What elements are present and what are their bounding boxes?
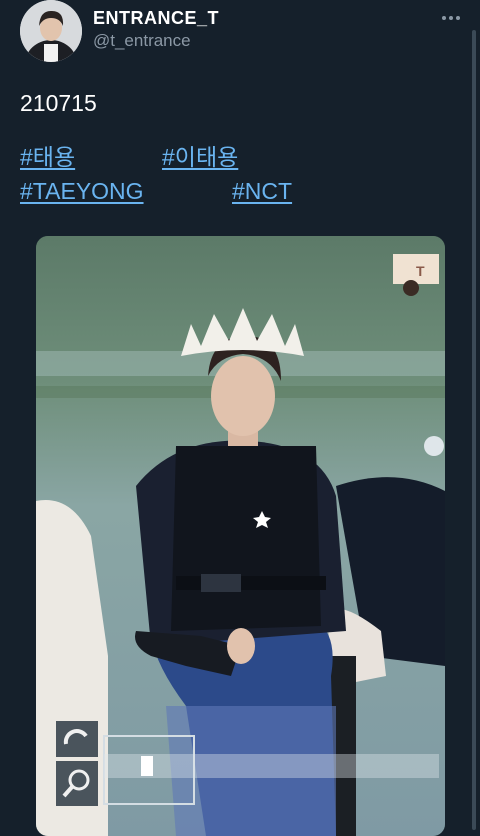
hashtag-taeyong[interactable]: #TAEYONG bbox=[20, 178, 144, 205]
hashtag-nct[interactable]: #NCT bbox=[232, 178, 292, 205]
hashtag-taeyong-kr[interactable]: #태용 bbox=[20, 138, 75, 172]
display-name[interactable]: ENTRANCE_T bbox=[93, 8, 219, 29]
avatar[interactable] bbox=[20, 0, 82, 62]
tweet-header: ENTRANCE_T @t_entrance bbox=[0, 0, 480, 68]
avatar-photo bbox=[20, 0, 82, 62]
tweet-text: 210715 bbox=[20, 90, 97, 116]
hashtag-lee-taeyong-kr[interactable]: #이태용 bbox=[162, 138, 238, 172]
scrollbar[interactable] bbox=[472, 30, 476, 830]
watermark-logo: T bbox=[416, 263, 425, 279]
more-options-icon[interactable] bbox=[439, 9, 463, 27]
photo-image: T bbox=[36, 236, 445, 836]
user-handle[interactable]: @t_entrance bbox=[93, 31, 191, 51]
tweet-photo[interactable]: T bbox=[36, 236, 445, 836]
